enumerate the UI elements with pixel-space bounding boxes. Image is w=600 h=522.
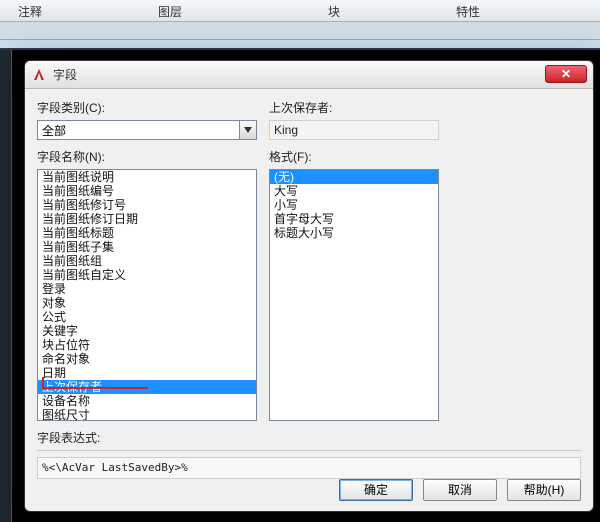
field-name-item[interactable]: 当前图纸编号 (38, 184, 256, 198)
ok-button[interactable]: 确定 (339, 479, 413, 501)
field-name-item[interactable]: 当前图纸修订号 (38, 198, 256, 212)
left-dock (0, 50, 12, 522)
expression-label: 字段表达式: (37, 429, 581, 446)
field-name-item[interactable]: 当前图纸修订日期 (38, 212, 256, 226)
field-name-item[interactable]: 当前图纸标题 (38, 226, 256, 240)
field-name-item[interactable]: 当前图纸组 (38, 254, 256, 268)
category-combo[interactable] (37, 120, 257, 140)
field-dialog: 字段 ✕ 字段类别(C): 字段名称(N): 当前图纸说明当前图纸编号当前图纸修… (24, 60, 594, 512)
format-item[interactable]: 大写 (270, 184, 438, 198)
field-name-item[interactable]: 当前图纸自定义 (38, 268, 256, 282)
dialog-title: 字段 (53, 66, 77, 83)
names-label: 字段名称(N): (37, 148, 257, 165)
chevron-down-icon (244, 127, 252, 133)
app-menubar: 注释 图层 块 特性 (0, 0, 600, 22)
field-name-item[interactable]: 公式 (38, 310, 256, 324)
format-item[interactable]: (无) (270, 170, 438, 184)
category-input[interactable] (37, 120, 239, 140)
field-name-item[interactable]: 命名对象 (38, 352, 256, 366)
close-icon: ✕ (561, 67, 571, 81)
menu-layers[interactable]: 图层 (140, 0, 200, 21)
field-name-item[interactable]: 登录 (38, 282, 256, 296)
author-value: King (269, 120, 439, 140)
cancel-button[interactable]: 取消 (423, 479, 497, 501)
field-name-item[interactable]: 日期 (38, 366, 256, 380)
app-logo-icon (31, 67, 47, 83)
format-listbox[interactable]: (无)大写小写首字母大写标题大小写 (269, 169, 439, 421)
author-label: 上次保存者: (269, 99, 581, 116)
format-label: 格式(F): (269, 148, 581, 165)
field-name-item[interactable]: 当前图纸说明 (38, 170, 256, 184)
category-label: 字段类别(C): (37, 99, 257, 116)
format-item[interactable]: 首字母大写 (270, 212, 438, 226)
field-name-item[interactable]: 当前图纸子集 (38, 240, 256, 254)
field-name-item[interactable]: 关键字 (38, 324, 256, 338)
menu-block[interactable]: 块 (310, 0, 358, 21)
field-name-item[interactable]: 对象 (38, 296, 256, 310)
help-button[interactable]: 帮助(H) (507, 479, 581, 501)
format-item[interactable]: 标题大小写 (270, 226, 438, 240)
canvas-edge (0, 40, 600, 50)
close-button[interactable]: ✕ (545, 65, 587, 83)
expression-value: %<\AcVar LastSavedBy>% (37, 457, 581, 479)
field-name-item[interactable]: 设备名称 (38, 394, 256, 408)
ribbon-strip (0, 22, 600, 40)
menu-properties[interactable]: 特性 (438, 0, 498, 21)
format-item[interactable]: 小写 (270, 198, 438, 212)
dialog-button-row: 确定 取消 帮助(H) (339, 479, 581, 501)
field-names-listbox[interactable]: 当前图纸说明当前图纸编号当前图纸修订号当前图纸修订日期当前图纸标题当前图纸子集当… (37, 169, 257, 421)
field-name-item[interactable]: 块占位符 (38, 338, 256, 352)
field-name-item[interactable]: 上次保存者 (38, 380, 256, 394)
field-name-item[interactable]: 图纸尺寸 (38, 408, 256, 421)
menu-annotate[interactable]: 注释 (0, 0, 60, 21)
divider (37, 450, 581, 451)
dialog-titlebar[interactable]: 字段 ✕ (25, 61, 593, 89)
category-dropdown-button[interactable] (239, 120, 257, 140)
